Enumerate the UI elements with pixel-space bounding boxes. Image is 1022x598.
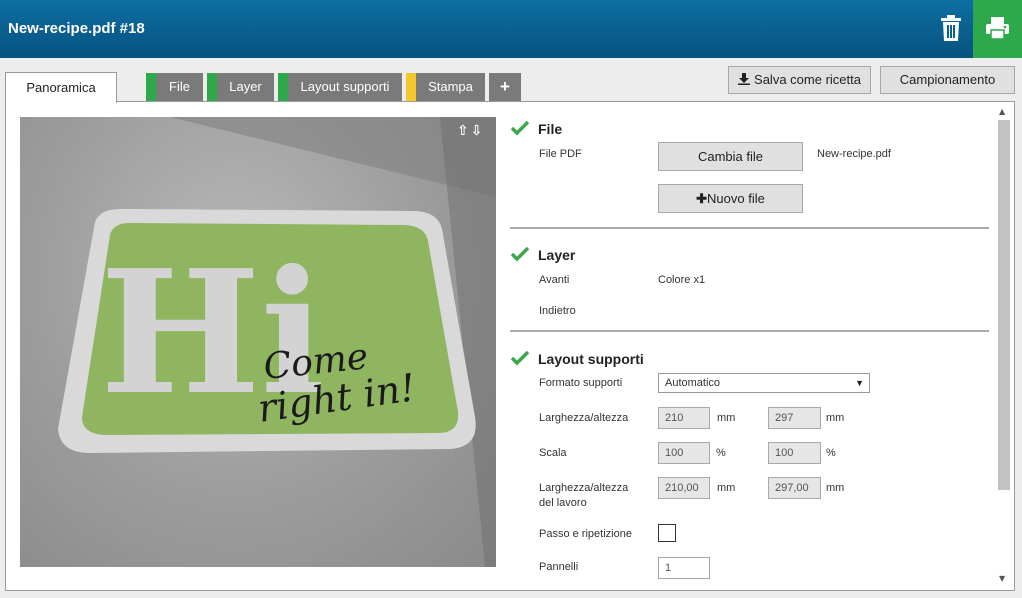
front-label: Avanti	[539, 274, 570, 286]
job-width-input[interactable]: 210,00	[658, 477, 710, 499]
tab-layer[interactable]: Layer	[207, 73, 274, 101]
step-repeat-checkbox[interactable]	[658, 524, 676, 542]
tab-media-layout-label: Layout supporti	[300, 79, 390, 94]
add-tab-button[interactable]: +	[489, 73, 521, 101]
print-button[interactable]	[973, 0, 1022, 58]
check-icon	[510, 246, 530, 262]
save-recipe-button[interactable]: Salva come ricetta	[728, 66, 871, 94]
job-height-unit: mm	[826, 482, 845, 494]
section-file-title: File	[538, 121, 563, 137]
panels-label: Pannelli	[539, 561, 579, 573]
scale-label: Scala	[539, 447, 567, 459]
chevron-down-icon: ▼	[855, 378, 864, 388]
check-icon	[510, 120, 530, 136]
media-format-value: Automatico	[665, 377, 721, 389]
scale-x-unit: %	[716, 447, 726, 459]
new-file-button[interactable]: ✚Nuovo file	[658, 184, 803, 213]
tab-overview-label: Panoramica	[26, 80, 96, 95]
tab-file-label: File	[169, 79, 190, 94]
width-unit: mm	[717, 412, 736, 424]
status-marker	[207, 73, 217, 101]
settings-form: File File PDF Cambia file New-recipe.pdf…	[510, 110, 990, 588]
form-scrollbar[interactable]: ▲ ▼	[997, 104, 1011, 588]
tab-print-label: Stampa	[428, 79, 473, 94]
new-file-label: Nuovo file	[707, 191, 765, 206]
back-label: Indietro	[539, 305, 576, 317]
artwork-image: Hi Come right in!	[58, 117, 496, 567]
plus-icon: +	[500, 77, 510, 96]
height-unit: mm	[826, 412, 845, 424]
tab-overview[interactable]: Panoramica	[5, 72, 117, 103]
trash-icon[interactable]	[938, 14, 964, 42]
plus-icon: ✚	[696, 191, 708, 206]
media-format-label: Formato supporti	[539, 377, 623, 389]
file-name: New-recipe.pdf	[817, 148, 891, 160]
job-height-input[interactable]: 297,00	[768, 477, 821, 499]
sample-button[interactable]: Campionamento	[880, 66, 1015, 94]
pdf-file-label: File PDF	[539, 148, 582, 160]
change-file-button[interactable]: Cambia file	[658, 142, 803, 171]
tab-file[interactable]: File	[146, 73, 203, 101]
printer-icon	[986, 17, 1009, 40]
size-label: Larghezza/altezza	[539, 412, 629, 424]
section-divider	[510, 227, 989, 229]
section-layout-header: Layout supporti	[510, 350, 644, 367]
scroll-up-icon[interactable]: ▲	[999, 107, 1005, 116]
scroll-down-icon[interactable]: ▼	[999, 574, 1005, 583]
window-title: New-recipe.pdf #18	[8, 20, 145, 37]
scrollbar-thumb[interactable]	[998, 120, 1010, 490]
job-width-unit: mm	[717, 482, 736, 494]
section-file-header: File	[510, 120, 562, 137]
section-layer-title: Layer	[538, 247, 576, 263]
scale-x-input[interactable]: 100	[658, 442, 710, 464]
status-marker	[278, 73, 288, 101]
width-input[interactable]: 210	[658, 407, 710, 429]
panels-input[interactable]: 1	[658, 557, 710, 579]
height-input[interactable]: 297	[768, 407, 821, 429]
save-recipe-label: Salva come ricetta	[754, 72, 861, 87]
tab-media-layout[interactable]: Layout supporti	[278, 73, 402, 101]
section-layout-title: Layout supporti	[538, 351, 644, 367]
section-divider	[510, 330, 989, 332]
document-preview[interactable]: Hi Come right in!	[20, 117, 496, 567]
scale-y-input[interactable]: 100	[768, 442, 821, 464]
job-size-label-1: Larghezza/altezza	[539, 482, 629, 494]
tab-print[interactable]: Stampa	[406, 73, 485, 101]
front-value: Colore x1	[658, 274, 706, 286]
media-format-select[interactable]: Automatico ▼	[658, 373, 870, 393]
status-marker	[406, 73, 416, 101]
step-repeat-label: Passo e ripetizione	[539, 528, 632, 540]
section-layer-header: Layer	[510, 246, 575, 263]
tab-layer-label: Layer	[229, 79, 262, 94]
status-marker	[146, 73, 156, 101]
check-icon	[510, 350, 530, 366]
job-size-label-2: del lavoro	[539, 497, 587, 509]
scale-y-unit: %	[826, 447, 836, 459]
download-icon	[738, 73, 751, 85]
reorder-arrows-icon[interactable]: ⇧⇩	[457, 123, 484, 139]
title-bar: New-recipe.pdf #18	[0, 0, 1022, 58]
